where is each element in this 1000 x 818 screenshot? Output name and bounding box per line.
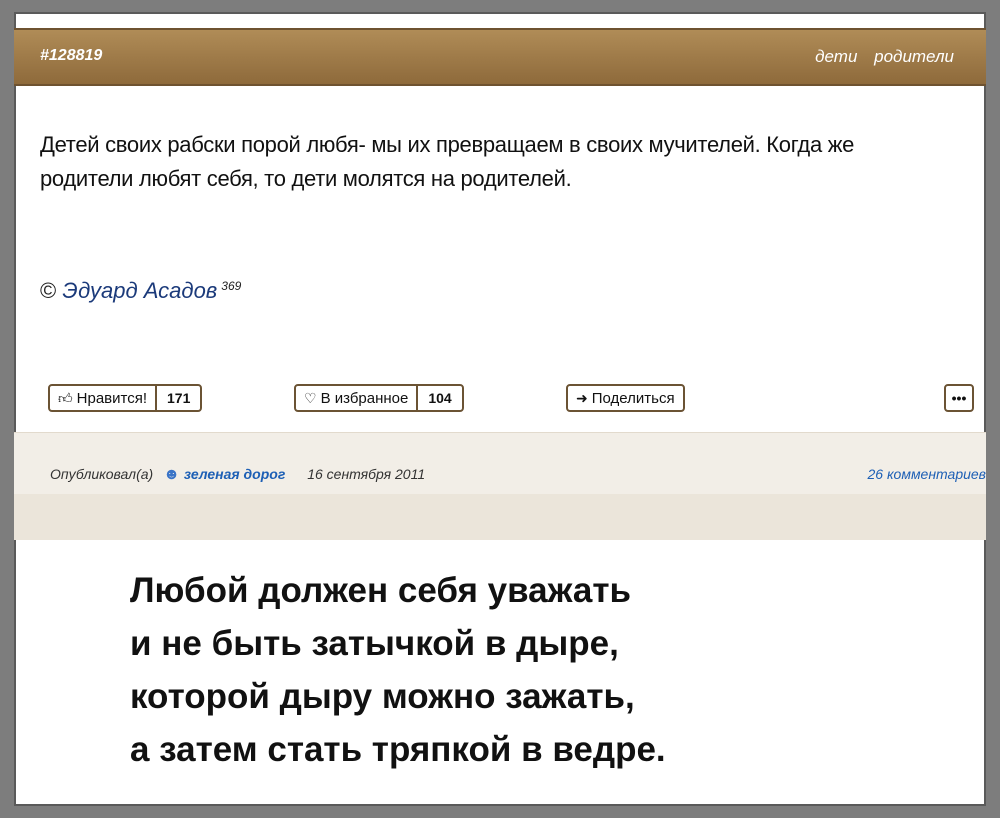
tag-link[interactable]: родители (874, 47, 954, 66)
more-button[interactable]: ••• (944, 384, 974, 412)
separator-band (14, 494, 986, 540)
share-arrow-icon: ➜ (576, 389, 588, 406)
poem-line: и не быть затычкой в дыре, (130, 624, 619, 663)
published-label: Опубликовал(а) (50, 466, 154, 482)
heart-icon: ♡ (304, 389, 317, 406)
user-icon: ☻ (163, 466, 180, 483)
thumbs-up-icon: 👍︎ (58, 389, 73, 406)
screenshot-frame: #128819 дети родители Детей своих рабски… (14, 12, 986, 806)
tag-link[interactable]: дети (815, 47, 857, 66)
like-count: 171 (155, 386, 200, 410)
copyright-symbol: © (40, 278, 57, 303)
publication-info: Опубликовал(а) ☻ зеленая дорог 16 сентябр… (14, 432, 986, 495)
poem-line: а затем стать тряпкой в ведре. (130, 730, 666, 769)
like-button[interactable]: 👍︎ Нравится! 171 (48, 384, 203, 412)
favorite-label: В избранное (320, 389, 409, 407)
quote-header: #128819 дети родители (14, 28, 986, 86)
quote-id-link[interactable]: #128819 (40, 47, 102, 65)
published-line: Опубликовал(а) ☻ зеленая дорог 16 сентябр… (50, 466, 425, 484)
favorite-button[interactable]: ♡ В избранное 104 (294, 384, 464, 412)
quote-text: Детей своих рабски порой любя- мы их пре… (40, 132, 855, 191)
action-bar: 👍︎ Нравится! 171 ♡ В избранное 104 ➜ Подели… (14, 376, 986, 420)
favorite-count: 104 (416, 386, 461, 410)
share-button[interactable]: ➜ Поделиться (566, 384, 685, 412)
share-label: Поделиться (591, 389, 675, 407)
like-label: Нравится! (76, 389, 147, 407)
author-quote-count: 369 (221, 278, 242, 293)
tag-list: дети родители (803, 47, 954, 67)
username-link[interactable]: зеленая дорог (184, 466, 285, 482)
quote-author: © Эдуард Асадов 369 (40, 278, 241, 304)
poem-line: Любой должен себя уважать (130, 571, 631, 610)
poem-overlay: Любой должен себя уважать и не быть заты… (130, 564, 666, 776)
comments-link[interactable]: 26 комментариев (867, 466, 986, 482)
author-link[interactable]: Эдуард Асадов (62, 278, 217, 303)
poem-line: которой дыру можно зажать, (130, 677, 635, 716)
publish-date: 16 сентября 2011 (307, 466, 426, 482)
